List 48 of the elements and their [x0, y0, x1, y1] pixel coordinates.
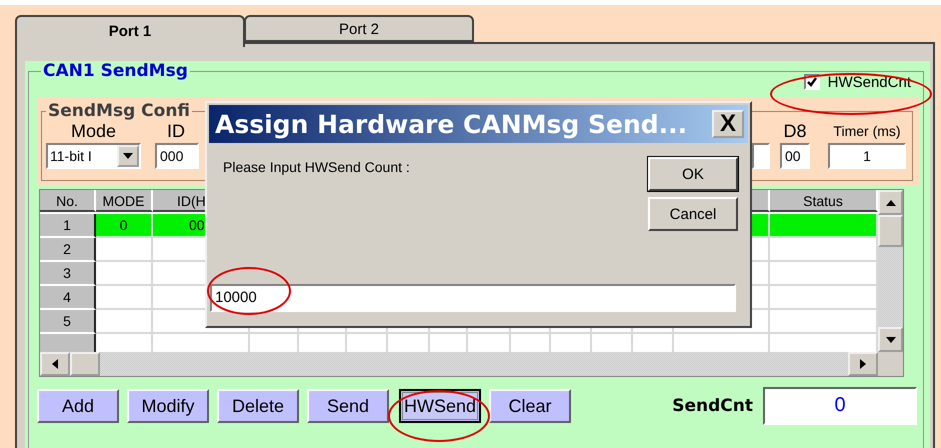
d8-input-field[interactable]: 00: [780, 143, 810, 169]
input-field[interactable]: [752, 143, 770, 169]
action-button[interactable]: Add: [37, 389, 119, 423]
row-number: 4: [40, 286, 96, 310]
action-button[interactable]: Delete: [217, 389, 299, 423]
column-header: Status: [770, 190, 878, 212]
prompt-text: Please Input HWSend Count :: [223, 159, 410, 177]
table-cell: 0: [96, 214, 153, 238]
row-header: [40, 334, 96, 352]
cancel-button[interactable]: Cancel: [648, 197, 738, 231]
group-title: CAN1 SendMsg: [42, 61, 189, 81]
id-label: ID: [167, 121, 185, 142]
count-input-field[interactable]: 10000: [210, 284, 736, 312]
timer-label: Timer (ms): [833, 123, 901, 139]
mode-label: Mode: [70, 121, 116, 142]
scroll-right-button[interactable]: [848, 352, 878, 376]
d8-label: D8: [783, 121, 806, 142]
group-title: SendMsg Confi: [47, 101, 192, 121]
ok-button[interactable]: OK: [648, 157, 738, 191]
column-header: No.: [40, 190, 96, 212]
mode-dropdown[interactable]: 11-bit I: [46, 143, 141, 169]
checkbox-label: HWSendCnt: [828, 74, 911, 90]
tab[interactable]: Port 1: [15, 15, 245, 47]
send-count-label: SendCnt: [672, 396, 753, 416]
row-number: 3: [40, 262, 96, 286]
close-button[interactable]: X: [712, 110, 744, 138]
action-button[interactable]: Modify: [127, 389, 209, 423]
dialog-title: Assign Hardware CANMsg Send...: [215, 110, 688, 138]
id-input-field[interactable]: 000: [155, 143, 199, 169]
send-count-field: 0: [763, 387, 917, 425]
action-button[interactable]: Clear: [489, 389, 571, 423]
check-icon: [806, 77, 817, 87]
timer-input-field[interactable]: 1: [828, 143, 906, 169]
column-header: MODE: [96, 190, 153, 212]
scroll-down-button[interactable]: [878, 327, 903, 352]
scrollbar-thumb[interactable]: [70, 352, 100, 376]
tab[interactable]: Port 2: [244, 15, 474, 42]
table-cell: [96, 310, 153, 334]
dropdown-arrow-icon: [123, 153, 133, 159]
row-number: 2: [40, 238, 96, 262]
action-button[interactable]: Send: [307, 389, 389, 423]
scroll-left-button[interactable]: [40, 352, 70, 376]
row-number: 5: [40, 310, 96, 334]
action-button[interactable]: HWSend: [399, 389, 481, 423]
row-number: 1: [40, 214, 96, 238]
scrollbar-thumb[interactable]: [878, 215, 903, 247]
scroll-up-button[interactable]: [878, 190, 903, 215]
checkbox[interactable]: [804, 74, 820, 90]
